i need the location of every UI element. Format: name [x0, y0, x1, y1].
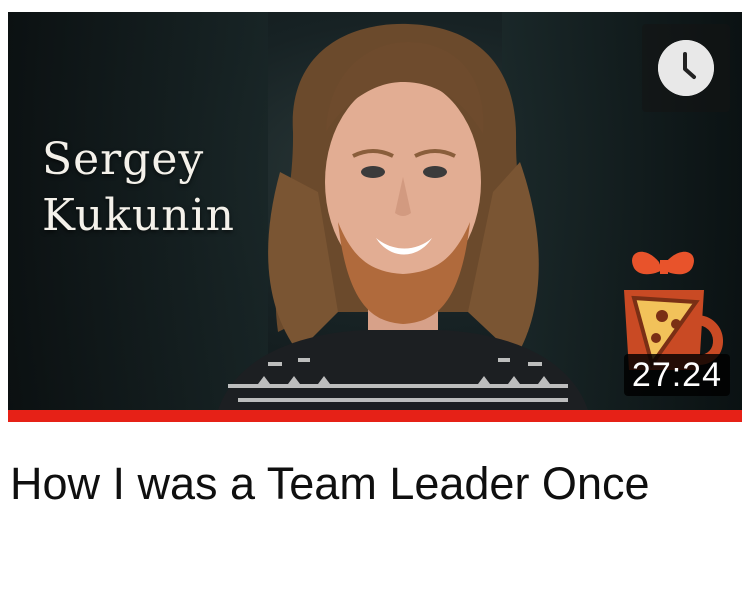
video-duration-badge: 27:24 [623, 354, 730, 396]
watch-progress-bar [8, 410, 742, 422]
video-title[interactable]: How I was a Team Leader Once [10, 456, 730, 512]
speaker-portrait [218, 23, 588, 410]
speaker-last-name: Kukunin [42, 190, 235, 241]
video-card[interactable]: Sergey Kukunin 27:24 How I was a Team Le… [0, 0, 750, 596]
watch-progress-fill [8, 410, 742, 422]
clock-icon [658, 40, 714, 96]
speaker-first-name: Sergey [42, 134, 205, 185]
speaker-name-overlay: Sergey Kukunin [42, 132, 235, 244]
video-thumbnail[interactable]: Sergey Kukunin 27:24 [8, 12, 742, 410]
watch-later-button[interactable] [642, 24, 730, 112]
